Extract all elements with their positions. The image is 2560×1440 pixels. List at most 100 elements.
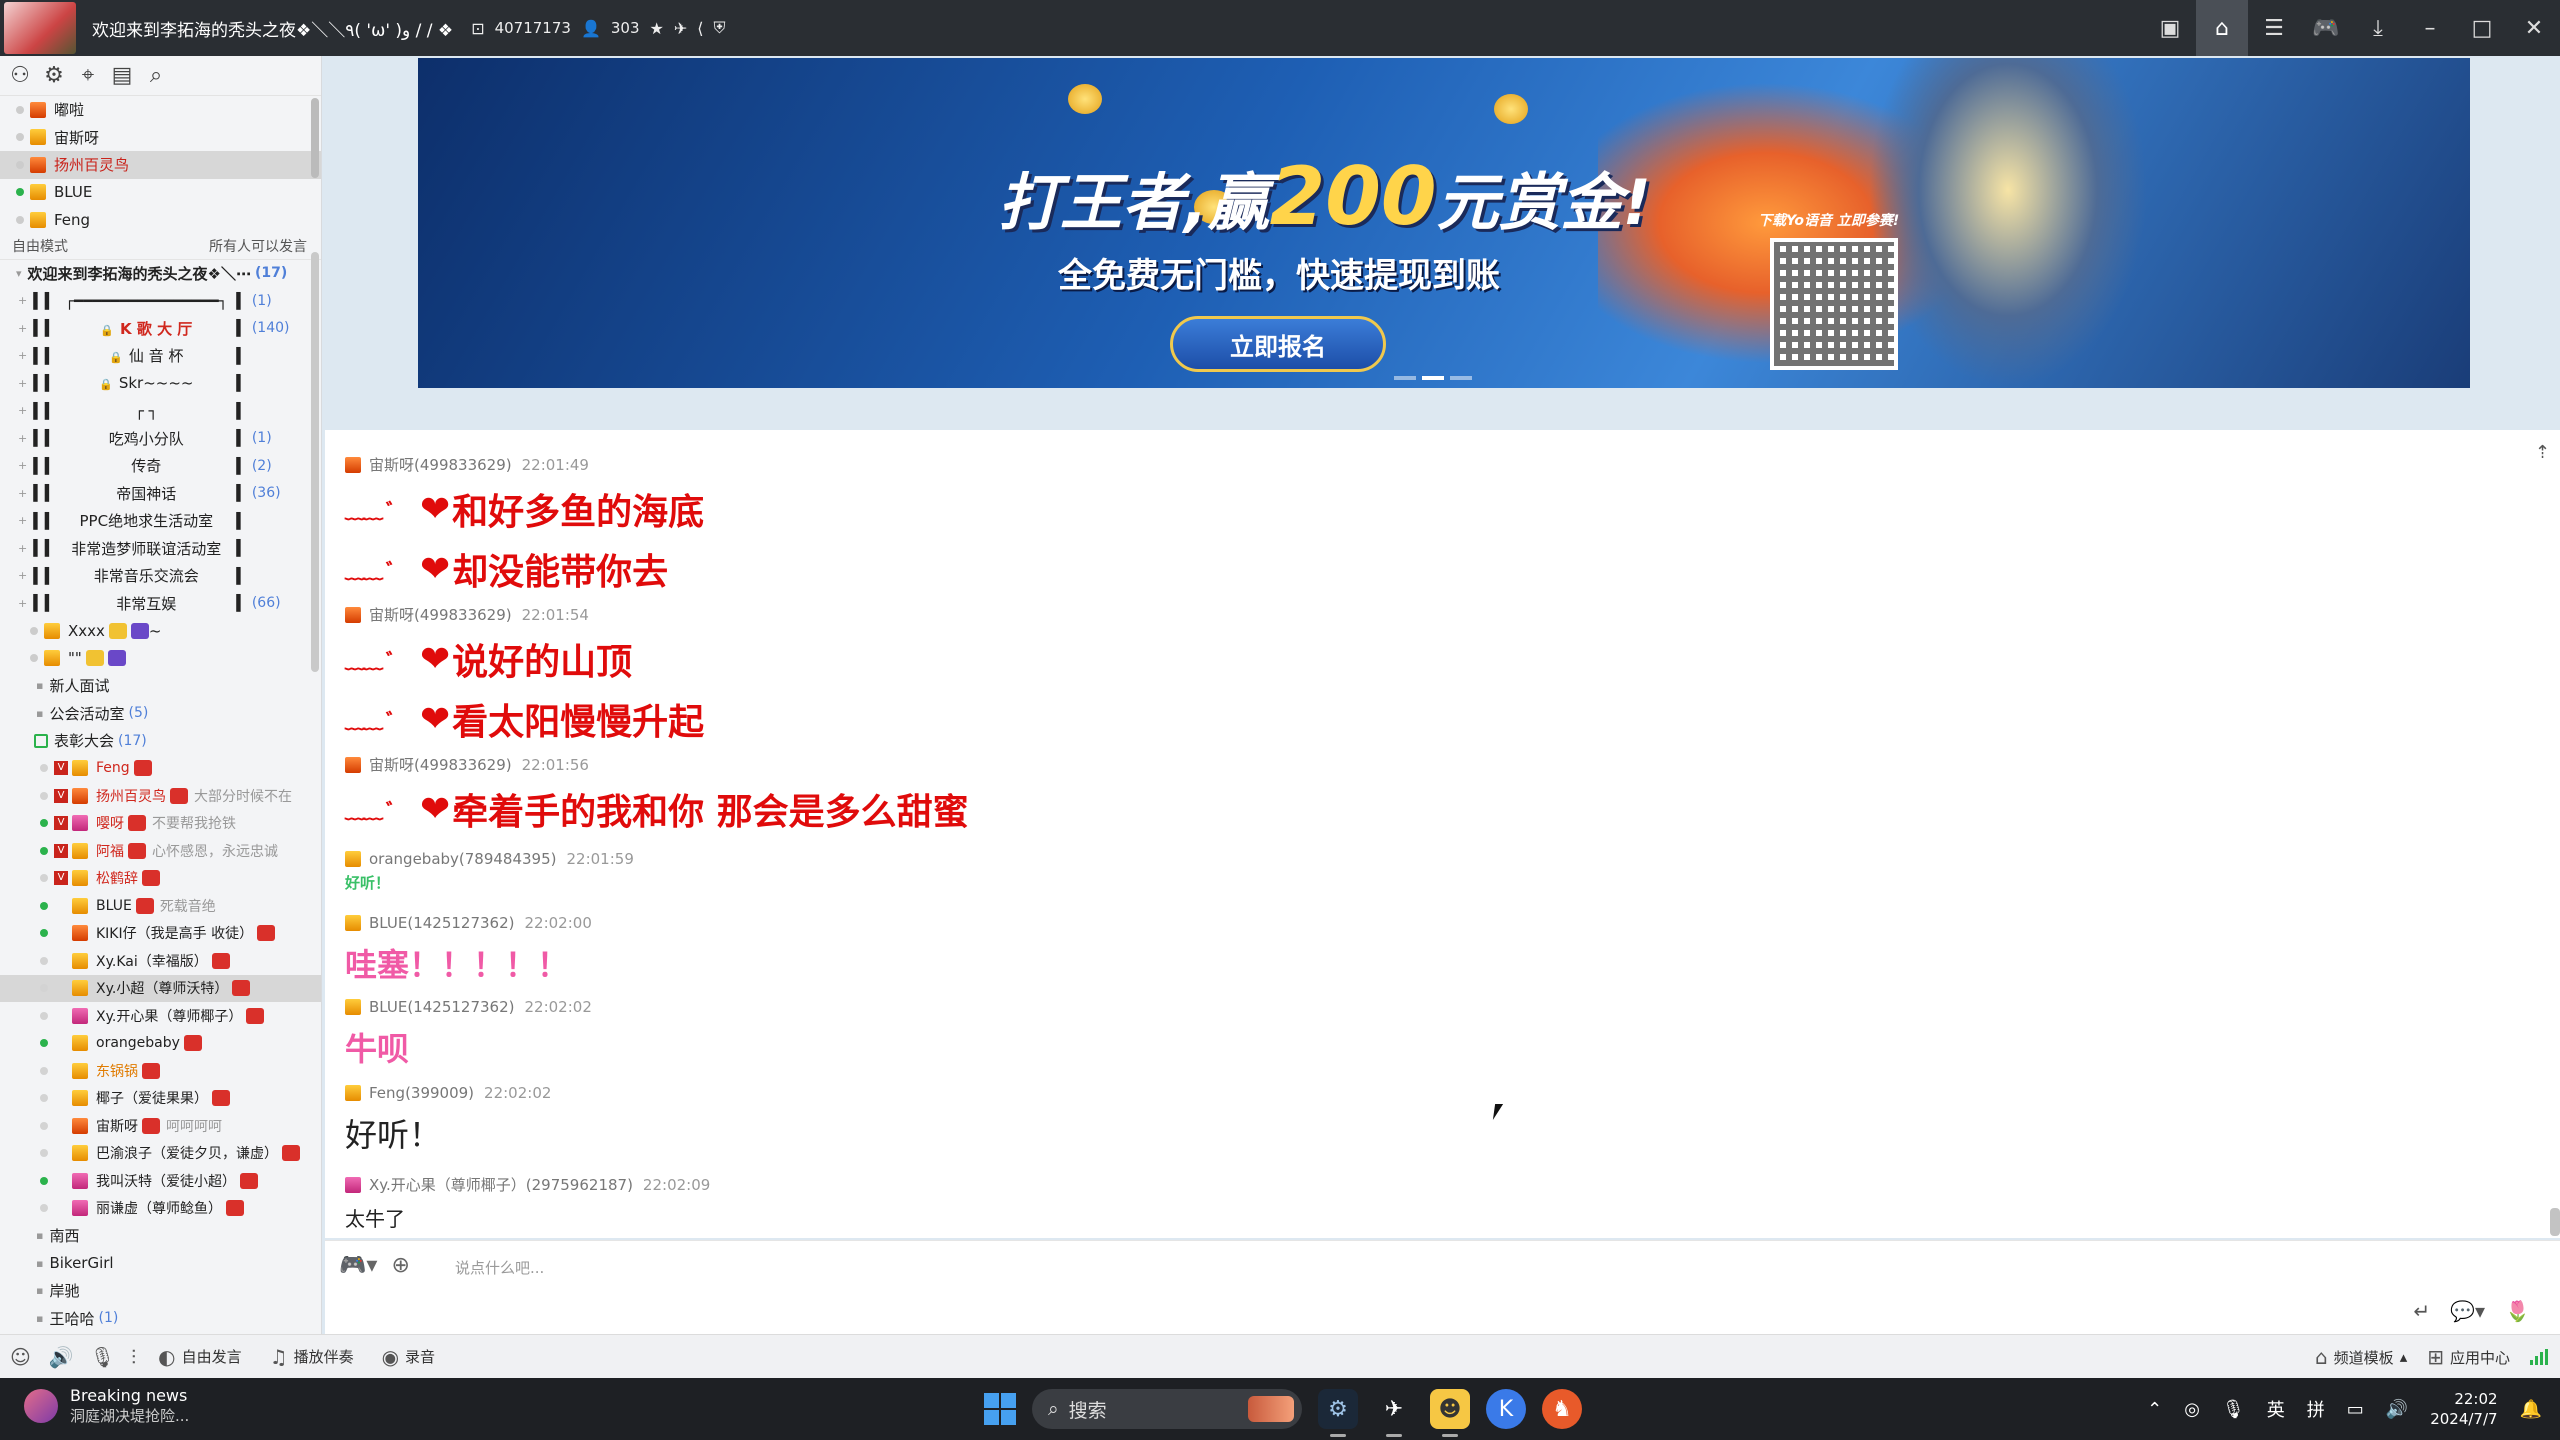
volume-icon[interactable]: 🔊: [2386, 1399, 2408, 1420]
mode-dropdown[interactable]: 自由模式: [12, 236, 68, 256]
room-item[interactable]: ▪ 新人面试: [0, 672, 321, 700]
room-member[interactable]: KIKI仔（我是高手 收徒）: [0, 920, 321, 948]
minimize-icon[interactable]: –: [2404, 0, 2456, 56]
room-member[interactable]: V 扬州百灵鸟 大部分时候不在: [0, 782, 321, 810]
user-row[interactable]: 嘟啦: [0, 96, 321, 124]
channel-item[interactable]: + ▍▍ 吃鸡小分队 ▍ (1): [0, 425, 321, 453]
room-avatar[interactable]: [4, 2, 76, 54]
promo-banner[interactable]: 打王者,赢200元赏金! 全免费无门槛，快速提现到账 立即报名 下载Yo语音 立…: [418, 58, 2470, 388]
tray-overflow-icon[interactable]: ⌃: [2147, 1399, 2162, 1420]
channel-item[interactable]: + ▍▍ 传奇 ▍ (2): [0, 452, 321, 480]
maximize-icon[interactable]: □: [2456, 0, 2508, 56]
room-member[interactable]: V 松鹤辞: [0, 865, 321, 893]
room-member[interactable]: Xy.小超（尊师沃特）: [0, 974, 321, 1002]
free-speak-button[interactable]: ◐ 自由发言: [158, 1345, 241, 1369]
list-icon[interactable]: ☰: [2248, 0, 2300, 56]
room-item[interactable]: ▪ BikerGirl: [0, 1250, 321, 1278]
gamepad-icon[interactable]: 🎮: [2300, 0, 2352, 56]
tray-mic-icon[interactable]: 🎙: [2222, 1399, 2245, 1420]
star-icon[interactable]: ★: [650, 19, 664, 38]
room-member[interactable]: 我叫沃特（爱徒小超）: [0, 1167, 321, 1195]
expand-icon[interactable]: +: [18, 432, 27, 445]
clock[interactable]: 22:02 2024/7/7: [2430, 1389, 2497, 1429]
user-row[interactable]: 扬州百灵鸟: [0, 151, 321, 179]
channel-item[interactable]: + ▍▍ 非常互娱 ▍ (66): [0, 590, 321, 618]
scrollbar[interactable]: [311, 98, 319, 178]
expand-icon[interactable]: +: [18, 569, 27, 582]
shield-icon[interactable]: ⛨: [714, 18, 726, 38]
message-author[interactable]: orangebaby(789484395): [369, 850, 557, 868]
channel-item[interactable]: + ▍▍ 帝国神话 ▍ (36): [0, 480, 321, 508]
expand-icon[interactable]: +: [18, 514, 27, 527]
notification-icon[interactable]: 🔔: [2520, 1399, 2542, 1420]
room-member[interactable]: V Feng: [0, 755, 321, 783]
message-author[interactable]: 宙斯呀(499833629): [369, 454, 512, 475]
mic-button[interactable]: 🎙: [90, 1345, 115, 1369]
message-author[interactable]: 宙斯呀(499833629): [369, 754, 512, 775]
start-button[interactable]: [984, 1393, 1016, 1425]
room-member[interactable]: 巴渝浪子（爱徒夕贝，谦虚）: [0, 1140, 321, 1168]
channel-item[interactable]: + ▍▍ ┌ ┐ ▍: [0, 397, 321, 425]
room-member[interactable]: 丽谦虚（尊师鲶鱼）: [0, 1195, 321, 1223]
plane-icon[interactable]: ✈: [674, 19, 687, 38]
mixer-button[interactable]: ⫶: [131, 1345, 136, 1369]
plane-app-icon[interactable]: ✈: [1374, 1389, 1414, 1437]
message-author[interactable]: 宙斯呀(499833629): [369, 604, 512, 625]
channel-item[interactable]: + ▍▍ PPC绝地求生活动室 ▍: [0, 507, 321, 535]
room-item[interactable]: ▪ 王哈哈 (1): [0, 1305, 321, 1333]
search-icon[interactable]: ⌕: [144, 63, 168, 88]
settings-icon[interactable]: ⚙: [42, 63, 66, 88]
message-author[interactable]: BLUE(1425127362): [369, 998, 515, 1016]
close-icon[interactable]: ✕: [2508, 0, 2560, 56]
bird-app-icon[interactable]: ♞: [1542, 1389, 1582, 1429]
taskbar-search[interactable]: ⌕ 搜索: [1032, 1389, 1302, 1429]
expand-icon[interactable]: +: [18, 322, 27, 335]
user-row[interactable]: Xxxx ~: [0, 617, 321, 645]
active-room[interactable]: 表彰大会 (17): [0, 727, 321, 755]
room-member[interactable]: 椰子（爱徒果果）: [0, 1085, 321, 1113]
app-center-button[interactable]: ⊞ 应用中心: [2427, 1345, 2510, 1369]
room-item[interactable]: ▪ 公会活动室 (5): [0, 700, 321, 728]
flower-icon[interactable]: 🌷: [2505, 1299, 2530, 1323]
speaker-button[interactable]: 🔊: [49, 1345, 74, 1369]
k-app-icon[interactable]: K: [1486, 1389, 1526, 1429]
room-member[interactable]: Xy.开心果（尊师椰子）: [0, 1002, 321, 1030]
expand-icon[interactable]: +: [18, 377, 27, 390]
scroll-top-icon[interactable]: ⇡: [2535, 442, 2550, 463]
video-icon[interactable]: ▣: [2144, 0, 2196, 56]
room-member[interactable]: Xy.Kai（幸福版）: [0, 947, 321, 975]
notes-icon[interactable]: ▤: [110, 63, 134, 88]
channel-root[interactable]: ▾ 欢迎来到李拓海的秃头之夜❖＼⋯ (17): [0, 260, 321, 288]
download-icon[interactable]: ⤓: [2352, 0, 2404, 56]
user-row[interactable]: Feng: [0, 206, 321, 234]
location-icon[interactable]: ⌖: [76, 63, 100, 88]
expand-icon[interactable]: +: [18, 404, 27, 417]
channel-item[interactable]: + ▍▍ 🔒 Skr~~~~ ▍: [0, 370, 321, 398]
expand-icon[interactable]: +: [18, 459, 27, 472]
carousel-dots[interactable]: [1394, 376, 1472, 380]
room-item[interactable]: ▪ 南西: [0, 1222, 321, 1250]
chat-scrollbar[interactable]: [2550, 1208, 2560, 1236]
template-button[interactable]: ⌂ 频道模板 ▴: [2315, 1345, 2407, 1369]
room-item[interactable]: ▪ 岸驰: [0, 1277, 321, 1305]
image-icon[interactable]: ⊕: [391, 1253, 409, 1278]
room-member[interactable]: V 阿福 心怀感恩，永远忠诚: [0, 837, 321, 865]
expand-icon[interactable]: +: [18, 542, 27, 555]
profile-icon[interactable]: ⚇: [8, 63, 32, 88]
chat-mode-icon[interactable]: 💬▾: [2450, 1299, 2485, 1323]
yy-app-icon[interactable]: ☻: [1430, 1389, 1470, 1437]
room-member[interactable]: BLUE 死载音绝: [0, 892, 321, 920]
message-author[interactable]: Xy.开心果（尊师椰子）(2975962187): [369, 1174, 633, 1195]
expand-icon[interactable]: +: [18, 597, 27, 610]
ime-mode[interactable]: 拼: [2307, 1396, 2325, 1422]
room-member[interactable]: 东锅锅: [0, 1057, 321, 1085]
channel-item[interactable]: + ▍▍ 🔒 K 歌 大 厅 ▍ (140): [0, 315, 321, 343]
expand-icon[interactable]: +: [18, 349, 27, 362]
record-button[interactable]: ◉ 录音: [382, 1345, 435, 1369]
user-row[interactable]: 宙斯呀: [0, 124, 321, 152]
channel-item[interactable]: + ▍▍ 🔒 仙 音 杯 ▍: [0, 342, 321, 370]
message-input[interactable]: 说点什么吧...: [455, 1257, 544, 1278]
share-icon[interactable]: ⟨: [697, 19, 703, 38]
user-row[interactable]: BLUE: [0, 179, 321, 207]
home-icon[interactable]: ⌂: [2196, 0, 2248, 56]
